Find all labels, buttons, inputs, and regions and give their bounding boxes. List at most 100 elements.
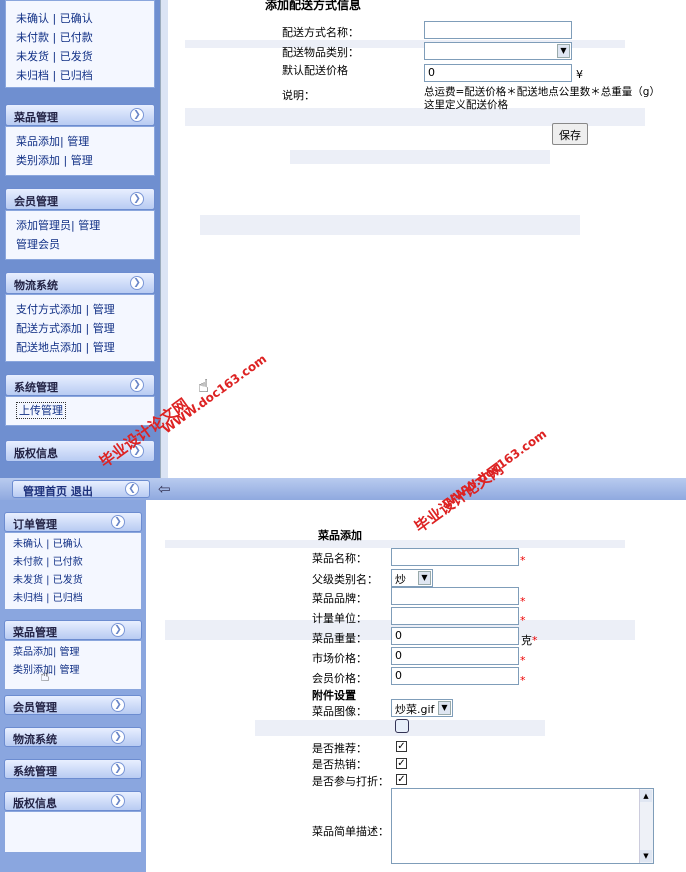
order-links-panel: 未确认 | 已确认 未付款 | 已付款 未发货 | 已发货 未归档 | 已归档	[5, 0, 155, 88]
sidebar-link[interactable]: 菜品添加| 管理	[13, 644, 141, 662]
required-mark: *	[520, 654, 526, 667]
order-link-row[interactable]: 未归档 | 已归档	[13, 590, 141, 608]
sidebar-link[interactable]: 管理会员	[16, 235, 154, 254]
required-mark: *	[520, 614, 526, 627]
sidebar-link[interactable]: 菜品添加| 管理	[16, 132, 154, 151]
panel-header-member[interactable]: 会员管理 ❯	[5, 188, 155, 210]
dish-name-input[interactable]	[391, 548, 519, 566]
panel-header-order[interactable]: 订单管理 ❯	[4, 512, 142, 532]
brand-input[interactable]	[391, 587, 519, 605]
delivery-price-label: 默认配送价格	[282, 64, 348, 77]
order-link-row[interactable]: 未归档 | 已归档	[16, 66, 154, 85]
delivery-name-input[interactable]	[424, 21, 572, 39]
panel-header-logistics[interactable]: 物流系统 ❯	[5, 272, 155, 294]
chevron-icon: ❯	[111, 762, 125, 776]
order-link-row[interactable]: 未确认 | 已确认	[13, 536, 141, 554]
scroll-down-icon[interactable]: ▼	[640, 850, 652, 862]
delivery-note-label: 说明：	[282, 89, 315, 102]
unit-input[interactable]	[391, 607, 519, 625]
weight-label: 菜品重量：	[312, 632, 367, 645]
required-mark: *	[520, 674, 526, 687]
chevron-icon: ❯	[130, 108, 144, 122]
panel-header-system-bottom[interactable]: 系统管理 ❯	[4, 759, 142, 779]
sidebar-link[interactable]: 类别添加| 管理	[13, 662, 141, 680]
panel-order: 未确认 | 已确认 未付款 | 已付款 未发货 | 已发货 未归档 | 已归档	[4, 532, 142, 610]
weight-input[interactable]: 0	[391, 627, 519, 645]
panel-system: 上传管理	[5, 396, 155, 426]
panel-member: 添加管理员| 管理 管理会员	[5, 210, 155, 260]
market-price-input[interactable]: 0	[391, 647, 519, 665]
chevron-icon: ❯	[111, 794, 125, 808]
order-link-row[interactable]: 未付款 | 已付款	[16, 28, 154, 47]
attachment-heading: 附件设置	[312, 689, 356, 702]
scroll-up-icon[interactable]: ▲	[640, 790, 652, 802]
description-label: 菜品简单描述：	[312, 825, 389, 838]
delivery-category-label: 配送物品类别：	[282, 46, 359, 59]
panel-dish-bottom: 菜品添加| 管理 类别添加| 管理	[4, 640, 142, 690]
delivery-price-input[interactable]: 0	[424, 64, 572, 82]
panel-header-logistics-bottom[interactable]: 物流系统 ❯	[4, 727, 142, 747]
sidebar-link[interactable]: 添加管理员| 管理	[16, 216, 154, 235]
price-unit: ¥	[576, 68, 583, 81]
panel-header-member-bottom[interactable]: 会员管理 ❯	[4, 695, 142, 715]
panel-copyright-bottom	[4, 811, 142, 853]
chevron-icon: ❯	[130, 378, 144, 392]
unit-label: 计量单位：	[312, 612, 367, 625]
discount-checkbox[interactable]: ✓	[396, 774, 407, 785]
description-textarea[interactable]: ▲ ▼	[391, 788, 654, 864]
order-link-row[interactable]: 未付款 | 已付款	[13, 554, 141, 572]
required-mark: *	[520, 595, 526, 608]
background-artifact	[200, 215, 580, 235]
footer-links[interactable]: 管理首页 退出 ❮	[12, 480, 150, 498]
chevron-icon: ❯	[111, 623, 125, 637]
image-preview-icon[interactable]	[395, 719, 409, 733]
panel-header-system[interactable]: 系统管理 ❯	[5, 374, 155, 396]
sidebar-link[interactable]: 类别添加 | 管理	[16, 151, 154, 170]
panel-logistics: 支付方式添加 | 管理 配送方式添加 | 管理 配送地点添加 | 管理	[5, 294, 155, 362]
recommend-label: 是否推荐：	[312, 742, 367, 755]
hot-checkbox[interactable]: ✓	[396, 758, 407, 769]
delivery-note-line2: 这里定义配送价格	[424, 99, 508, 111]
weight-unit: 克*	[521, 634, 538, 647]
panel-header-dish[interactable]: 菜品管理 ❯	[5, 104, 155, 126]
hot-label: 是否热销：	[312, 758, 367, 771]
chevron-icon: ❮	[125, 482, 139, 496]
panel-header-dish-bottom[interactable]: 菜品管理 ❯	[4, 620, 142, 640]
chevron-icon: ❯	[111, 730, 125, 744]
order-link-row[interactable]: 未发货 | 已发货	[13, 572, 141, 590]
required-mark: *	[520, 554, 526, 567]
sidebar-link[interactable]: 支付方式添加 | 管理	[16, 300, 154, 319]
order-link-row[interactable]: 未确认 | 已确认	[16, 9, 154, 28]
back-arrow-icon[interactable]: ⇦	[158, 482, 171, 497]
recommend-checkbox[interactable]: ✓	[396, 741, 407, 752]
panel-header-copyright-bottom[interactable]: 版权信息 ❯	[4, 791, 142, 811]
chevron-icon: ❯	[111, 698, 125, 712]
sidebar-link[interactable]: 配送地点添加 | 管理	[16, 338, 154, 357]
dish-form-heading: 菜品添加	[318, 529, 362, 542]
chevron-icon: ❯	[130, 276, 144, 290]
chevron-down-icon: ▼	[438, 701, 451, 715]
chevron-down-icon: ▼	[557, 44, 570, 58]
delivery-name-label: 配送方式名称：	[282, 26, 359, 39]
chevron-down-icon: ▼	[418, 571, 431, 585]
hand-cursor-icon: ☝	[40, 666, 50, 685]
order-link-row[interactable]: 未发货 | 已发货	[16, 47, 154, 66]
sidebar-link[interactable]: 配送方式添加 | 管理	[16, 319, 154, 338]
image-select[interactable]: 炒菜.gif ▼	[391, 699, 453, 717]
parent-category-select[interactable]: 炒菜▼	[391, 569, 433, 602]
chevron-icon: ❯	[111, 515, 125, 529]
panel-dish: 菜品添加| 管理 类别添加 | 管理	[5, 126, 155, 176]
member-price-label: 会员价格：	[312, 672, 367, 685]
background-artifact	[165, 540, 625, 548]
save-button[interactable]: 保存	[552, 123, 588, 145]
background-artifact	[290, 150, 550, 164]
required-mark: *	[532, 634, 538, 647]
delivery-category-select[interactable]: ▼	[424, 42, 572, 60]
discount-label: 是否参与打折：	[312, 775, 389, 788]
watermark-site: WWW.doc163.com	[160, 351, 270, 437]
form-heading: 添加配送方式信息	[265, 0, 362, 12]
member-price-input[interactable]: 0	[391, 667, 519, 685]
sidebar-link[interactable]: 上传管理	[16, 402, 66, 419]
market-price-label: 市场价格：	[312, 652, 367, 665]
chevron-icon: ❯	[130, 192, 144, 206]
